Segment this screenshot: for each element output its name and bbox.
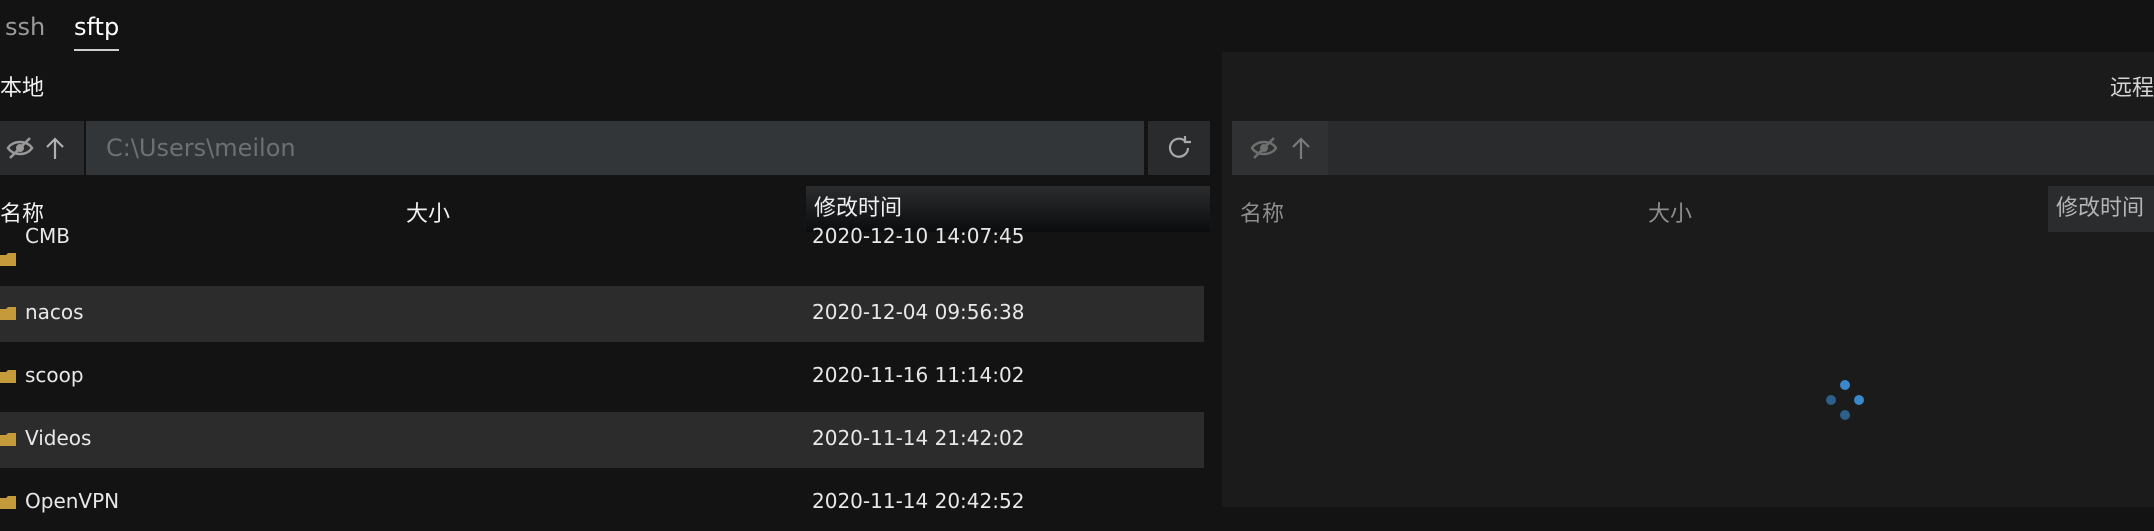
remote-nav-buttons	[1232, 121, 1328, 175]
list-item[interactable]: CMB 2020-12-10 14:07:45	[0, 224, 1204, 288]
remote-pane: 远程 名称 大小 修改时间	[1222, 52, 2154, 507]
file-name: nacos	[25, 300, 84, 324]
tab-sftp-label: sftp	[74, 13, 120, 41]
file-name: Videos	[25, 426, 92, 450]
column-modified-sorted[interactable]: 修改时间	[2048, 186, 2154, 232]
folder-icon	[0, 370, 16, 383]
file-modified: 2020-11-16 11:14:02	[812, 363, 1025, 387]
refresh-button[interactable]	[1148, 121, 1210, 175]
file-name: OpenVPN	[25, 489, 120, 513]
local-toolbar	[0, 121, 1222, 175]
remote-column-header: 名称 大小 修改时间	[1222, 186, 2154, 232]
tab-sftp[interactable]: sftp	[74, 10, 120, 51]
active-tab-indicator	[74, 49, 120, 51]
column-name[interactable]: 名称	[1240, 196, 1284, 228]
remote-pane-title: 远程	[2109, 76, 2154, 101]
column-size[interactable]: 大小	[406, 196, 450, 228]
remote-toolbar	[1232, 121, 2154, 175]
list-item[interactable]: nacos 2020-12-04 09:56:38	[0, 286, 1204, 342]
file-modified: 2020-11-14 21:42:02	[812, 426, 1025, 450]
local-pane-title: 本地	[0, 76, 45, 101]
file-modified: 2020-12-04 09:56:38	[812, 300, 1025, 324]
list-item[interactable]: Videos 2020-11-14 21:42:02	[0, 412, 1204, 468]
local-nav-buttons	[0, 121, 84, 175]
folder-icon	[0, 433, 16, 446]
tab-bar: ssh sftp	[0, 0, 2154, 52]
file-name: scoop	[25, 363, 84, 387]
local-path-input[interactable]	[86, 121, 1144, 175]
column-size[interactable]: 大小	[1648, 196, 1692, 228]
file-modified: 2020-12-10 14:07:45	[812, 224, 1025, 248]
file-modified: 2020-11-14 20:42:52	[812, 489, 1025, 513]
file-name: CMB	[25, 224, 70, 248]
loading-spinner-icon	[1826, 380, 1864, 420]
tab-ssh[interactable]: ssh	[5, 10, 45, 44]
refresh-icon	[1168, 136, 1191, 158]
local-column-header: 名称 大小 修改时间	[0, 186, 1210, 232]
local-pane: 本地 名称	[0, 52, 1222, 513]
list-item[interactable]: OpenVPN 2020-11-14 20:42:52	[0, 475, 1204, 531]
folder-icon	[0, 307, 16, 320]
list-item[interactable]: scoop 2020-11-16 11:14:02	[0, 349, 1204, 405]
folder-icon	[0, 253, 16, 266]
remote-path-input[interactable]	[1330, 121, 2154, 175]
